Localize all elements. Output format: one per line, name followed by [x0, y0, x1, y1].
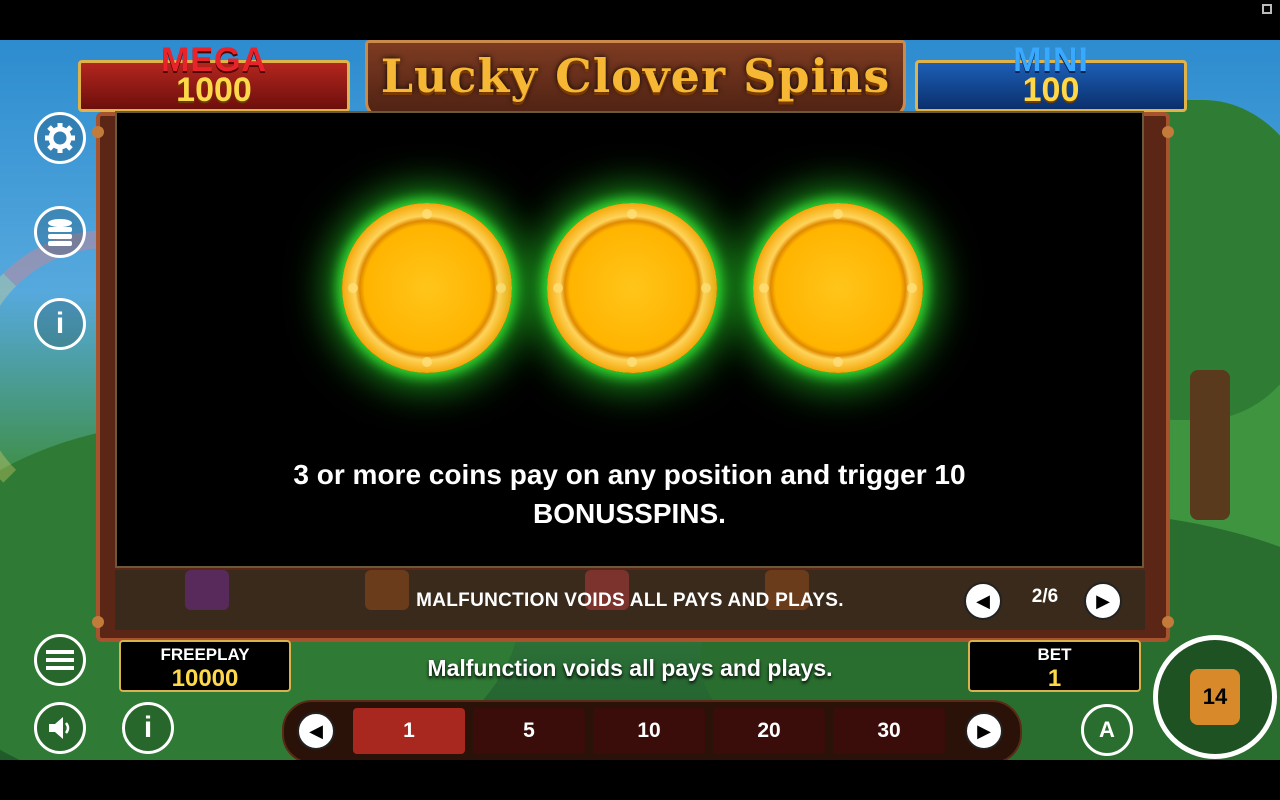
frame-bolt	[1162, 126, 1174, 138]
clover-icon	[496, 283, 506, 293]
clover-icon	[553, 283, 563, 293]
game-title-board: Lucky Clover Spins	[365, 40, 906, 118]
clover-icon	[759, 283, 769, 293]
background-tree-trunk	[1190, 370, 1230, 520]
clover-icon	[348, 283, 358, 293]
speaker-icon	[49, 717, 70, 739]
bet-box: BET 1	[968, 640, 1141, 692]
bet-option-30[interactable]: 30	[833, 708, 945, 754]
autoplay-icon: A	[1099, 717, 1115, 742]
coin-symbol	[342, 203, 512, 373]
paytable-description-line: BONUSSPINS.	[533, 498, 726, 529]
sound-button[interactable]	[34, 702, 86, 754]
paytable-next-button[interactable]: ▶	[1084, 582, 1122, 620]
frame-bolt	[92, 616, 104, 628]
clover-icon	[907, 283, 917, 293]
paytable-description-line: 3 or more coins pay on any position and …	[293, 459, 966, 490]
mini-jackpot-value: 100	[1022, 71, 1080, 109]
paytable-nav-bar: MALFUNCTION VOIDS ALL PAYS AND PLAYS. ◀ …	[115, 572, 1145, 628]
coin-symbol	[753, 203, 923, 373]
window-square-icon	[1262, 4, 1272, 14]
clover-icon	[627, 357, 637, 367]
spin-badge: 14	[1190, 669, 1240, 725]
bet-prev-button[interactable]: ◀	[297, 712, 335, 750]
menu-icon	[46, 650, 74, 670]
info-button-bottom[interactable]: i	[122, 702, 174, 754]
paytable-page-indicator: 2/6	[1031, 586, 1059, 607]
clover-icon	[701, 283, 711, 293]
game-title: Lucky Clover Spins	[380, 49, 891, 103]
menu-button[interactable]	[34, 634, 86, 686]
frame-bolt	[1162, 616, 1174, 628]
coin-symbol	[547, 203, 717, 373]
bet-option-20[interactable]: 20	[713, 708, 825, 754]
autoplay-button[interactable]: A	[1081, 704, 1133, 756]
paytable-panel: 3 or more coins pay on any position and …	[115, 111, 1144, 568]
clover-icon	[833, 209, 843, 219]
bet-option-5[interactable]: 5	[473, 708, 585, 754]
coin-stack-icon	[48, 219, 72, 246]
chevron-right-icon: ▶	[977, 720, 991, 741]
info-icon: i	[55, 307, 65, 340]
clover-icon	[422, 357, 432, 367]
bet-value: 1	[1047, 665, 1062, 692]
mini-jackpot: MINI 100	[915, 41, 1187, 112]
paytable-prev-button[interactable]: ◀	[964, 582, 1002, 620]
bet-option-1[interactable]: 1	[353, 708, 465, 754]
paytable-description: 3 or more coins pay on any position and …	[117, 455, 1142, 533]
bet-next-button[interactable]: ▶	[965, 712, 1003, 750]
chevron-left-icon: ◀	[309, 720, 323, 741]
mega-jackpot-value: 1000	[176, 71, 252, 109]
spin-button[interactable]: 14	[1153, 635, 1277, 759]
mega-jackpot: MEGA 1000	[78, 41, 350, 112]
chevron-left-icon: ◀	[976, 590, 990, 611]
coins-button[interactable]	[34, 206, 86, 258]
chevron-right-icon: ▶	[1096, 590, 1110, 611]
clover-icon	[833, 357, 843, 367]
bet-selector: ◀ 1 5 10 20 30 ▶	[282, 700, 1022, 760]
freeplay-value: 10000	[171, 665, 239, 692]
settings-button[interactable]	[34, 112, 86, 164]
malfunction-notice: Malfunction voids all pays and plays.	[427, 655, 833, 681]
frame-bolt	[92, 126, 104, 138]
info-icon: i	[143, 711, 153, 744]
bet-option-10[interactable]: 10	[593, 708, 705, 754]
clover-icon	[627, 209, 637, 219]
freeplay-label: FREEPLAY	[160, 645, 250, 664]
clover-icon	[422, 209, 432, 219]
bet-label: BET	[1037, 645, 1072, 664]
freeplay-box: FREEPLAY 10000	[119, 640, 291, 692]
gear-icon	[45, 123, 75, 153]
info-button[interactable]: i	[34, 298, 86, 350]
game-screen: MEGA 1000 MINI 100 Lucky Clover Spins 3 …	[0, 40, 1280, 760]
